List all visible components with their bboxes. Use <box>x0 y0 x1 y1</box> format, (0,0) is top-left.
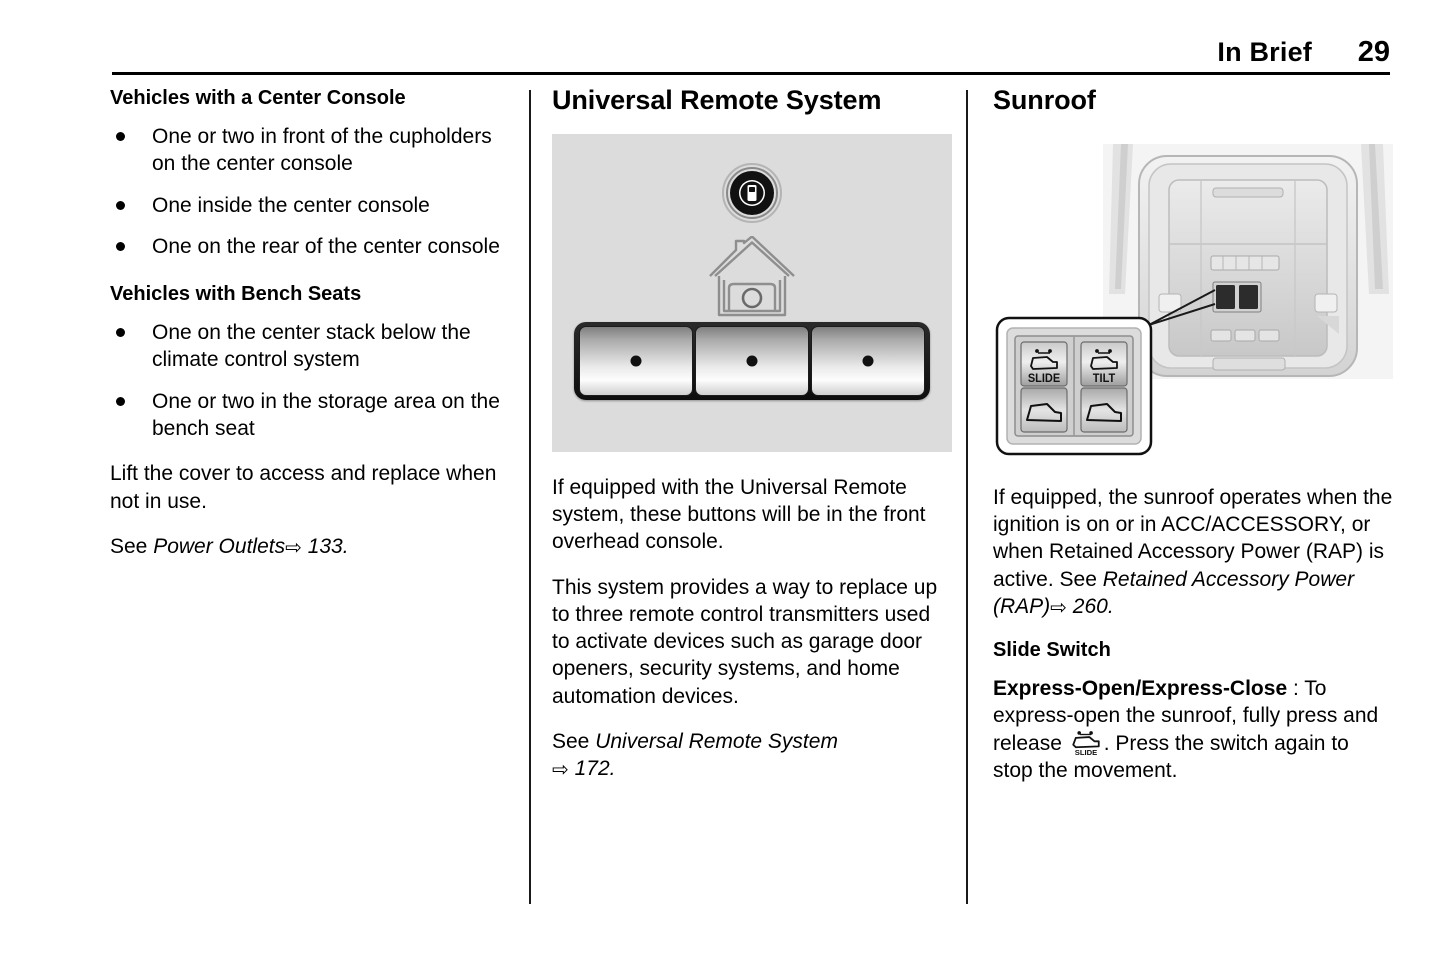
cross-reference-universal-remote-system: See Universal Remote System ⇨ 172. <box>552 728 952 783</box>
heading-sunroof: Sunroof <box>993 85 1096 115</box>
transmitter-led-icon <box>722 162 782 223</box>
figure-universal-remote-buttons <box>552 133 952 452</box>
paragraph-sunroof-operation: If equipped, the sunroof operates when t… <box>993 484 1393 620</box>
list-item: One or two in the storage area on the be… <box>110 388 510 443</box>
universal-remote-button-3[interactable] <box>811 325 925 396</box>
list-item: One inside the center console <box>110 192 510 219</box>
bullet-dot-icon <box>116 396 125 406</box>
universal-remote-button-1[interactable] <box>579 325 693 396</box>
reference-page: 133. <box>307 534 349 558</box>
page-title: In Brief <box>1217 37 1312 67</box>
paragraph-lift-cover: Lift the cover to access and replace whe… <box>110 462 497 513</box>
list-item-label: One inside the center console <box>152 193 430 217</box>
bullet-dot-icon <box>116 200 125 210</box>
bullet-dot-icon <box>116 241 125 251</box>
bullet-dot-icon <box>116 328 125 338</box>
see-prefix: See <box>552 730 596 754</box>
paragraph-urs-description: This system provides a way to replace up… <box>552 575 938 708</box>
slide-switch-inline-icon: SLIDE <box>1072 730 1100 756</box>
list-item-label: One on the rear of the center console <box>152 234 500 258</box>
list-item-label: One on the center stack below the climat… <box>152 321 471 372</box>
heading-center-console: Vehicles with a Center Console <box>110 87 406 109</box>
reference-arrow-icon: ⇨ <box>552 759 569 782</box>
list-item-label: One or two in front of the cupholders on… <box>152 125 492 176</box>
paragraph-express-open-close: Express-Open/Express-Close : To express-… <box>993 675 1393 784</box>
list-item-label: One or two in the storage area on the be… <box>152 389 500 441</box>
express-open-close-label: Express-Open/Express-Close <box>993 677 1288 701</box>
reference-arrow-icon: ⇨ <box>285 536 302 559</box>
list-item: One on the rear of the center console <box>110 233 510 260</box>
list-center-console: One or two in front of the cupholders on… <box>110 123 510 260</box>
see-prefix: See <box>110 534 154 558</box>
house-garage-icon <box>709 235 795 316</box>
slide-switch-label: SLIDE <box>1028 371 1061 385</box>
paragraph-urs-equipped: If equipped with the Universal Remote sy… <box>552 475 926 554</box>
universal-remote-button-group[interactable] <box>574 321 930 400</box>
svg-text:SLIDE: SLIDE <box>1074 748 1097 756</box>
three-column-layout: Vehicles with a Center Console One or tw… <box>0 85 1445 906</box>
heading-universal-remote-system: Universal Remote System <box>552 85 882 115</box>
heading-bench-seats: Vehicles with Bench Seats <box>110 283 362 306</box>
universal-remote-button-2[interactable] <box>695 325 809 396</box>
button-dot-icon <box>862 355 874 367</box>
list-item: One on the center stack below the climat… <box>110 319 510 374</box>
reference-page: 260. <box>1072 594 1114 618</box>
reference-title: Universal Remote System <box>595 730 838 754</box>
list-item: One or two in front of the cupholders on… <box>110 123 510 178</box>
page-number: 29 <box>1357 36 1390 68</box>
header-rule <box>112 72 1390 75</box>
figure-sunroof-switch: SLIDE TILT <box>993 134 1393 464</box>
column-divider-left <box>529 90 531 904</box>
column-middle: Universal Remote System If equipped with… <box>552 85 952 783</box>
reference-arrow-icon: ⇨ <box>1050 596 1067 619</box>
tilt-switch-label: TILT <box>1093 371 1115 385</box>
bullet-dot-icon <box>116 132 125 141</box>
reference-page: 172. <box>574 757 616 781</box>
reference-title: Power Outlets <box>153 534 286 558</box>
button-dot-icon <box>630 355 642 367</box>
button-dot-icon <box>746 355 758 367</box>
page-header: In Brief 29 <box>112 36 1390 76</box>
column-divider-right <box>966 90 968 904</box>
column-right: Sunroof SLIDE TILT If equipped, the sunr… <box>993 85 1393 784</box>
sunroof-switch-callout: SLIDE TILT <box>995 316 1153 455</box>
heading-slide-switch: Slide Switch <box>993 639 1111 662</box>
cross-reference-power-outlets: See Power Outlets⇨ 133. <box>110 533 510 560</box>
list-bench-seats: One on the center stack below the climat… <box>110 319 510 442</box>
column-left: Vehicles with a Center Console One or tw… <box>110 86 510 560</box>
